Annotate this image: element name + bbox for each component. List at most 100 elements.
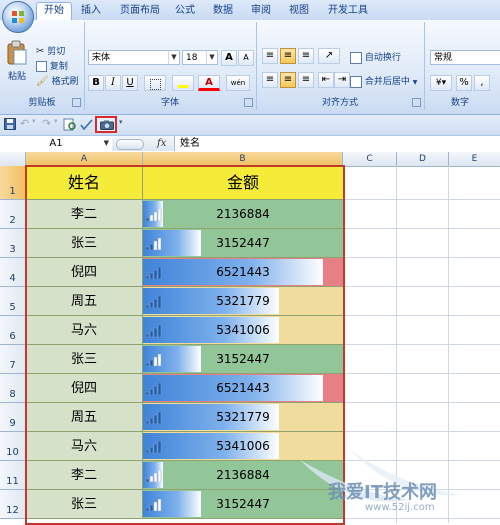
percent-button[interactable]: % [456, 75, 472, 91]
name-cell[interactable]: 张三 [26, 345, 143, 374]
cell-a1-header[interactable]: 姓名 [26, 166, 143, 200]
row-header[interactable]: 9 [0, 403, 26, 432]
increase-indent-button[interactable]: ⇥ [334, 72, 350, 88]
font-name-combo[interactable]: 宋体 ▼ [88, 50, 180, 65]
amount-cell[interactable]: 6521443 [143, 258, 343, 287]
amount-cell[interactable]: 5341006 [143, 316, 343, 345]
underline-button[interactable]: U [122, 75, 138, 91]
currency-button[interactable]: ¥▾ [430, 75, 452, 91]
column-header-e[interactable]: E [449, 152, 500, 166]
clipboard-launcher-icon[interactable] [72, 98, 81, 107]
office-button[interactable] [2, 1, 34, 33]
paste-button[interactable]: 粘贴 [6, 40, 28, 82]
tab-page-layout[interactable]: 页面布局 [116, 3, 164, 19]
spell-check-icon[interactable] [80, 118, 93, 131]
align-bottom-button[interactable]: ≡ [298, 48, 314, 64]
amount-cell[interactable]: 2136884 [143, 200, 343, 229]
italic-button[interactable]: I [105, 75, 121, 91]
tab-insert[interactable]: 插入 [78, 3, 104, 19]
row-header[interactable]: 6 [0, 316, 26, 345]
camera-button[interactable] [95, 116, 117, 133]
border-button[interactable] [144, 75, 166, 91]
bold-button[interactable]: B [88, 75, 104, 91]
tab-data[interactable]: 数据 [210, 3, 236, 19]
amount-value: 5321779 [216, 294, 270, 308]
align-center-button[interactable]: ≡ [280, 72, 296, 88]
format-painter-button[interactable]: 🖌 格式刷 [36, 74, 79, 87]
name-cell[interactable]: 马六 [26, 316, 143, 345]
column-header-c[interactable]: C [343, 152, 397, 166]
chevron-down-icon[interactable]: ▾ [54, 117, 58, 125]
name-cell[interactable]: 李二 [26, 461, 143, 490]
formula-splitter-handle[interactable] [116, 139, 144, 150]
font-size-combo[interactable]: 18 ▼ [182, 50, 218, 65]
amount-cell[interactable]: 3152447 [143, 345, 343, 374]
merge-center-button[interactable]: 合并后居中 ▼ [350, 74, 417, 88]
align-right-button[interactable]: ≡ [298, 72, 314, 88]
row-number: 3 [9, 244, 16, 255]
shrink-font-button[interactable]: A [238, 50, 254, 66]
decrease-indent-button[interactable]: ⇤ [318, 72, 334, 88]
font-color-label: A [205, 77, 213, 88]
tab-view[interactable]: 视图 [286, 3, 312, 19]
cut-button[interactable]: ✂ 剪切 [36, 44, 65, 57]
amount-cell[interactable]: 3152447 [143, 229, 343, 258]
cell-b1-header[interactable]: 金额 [143, 166, 343, 200]
orientation-icon: ↗ [324, 50, 334, 61]
copy-button[interactable]: 复制 [36, 59, 68, 72]
row-header[interactable]: 8 [0, 374, 26, 403]
redo-icon[interactable]: ↷ [42, 117, 51, 130]
undo-icon[interactable]: ↶ [20, 117, 29, 130]
font-color-button[interactable]: A [198, 75, 220, 91]
print-preview-icon[interactable] [63, 118, 76, 131]
name-cell[interactable]: 马六 [26, 432, 143, 461]
name-cell[interactable]: 倪四 [26, 374, 143, 403]
chevron-down-icon[interactable]: ▼ [104, 136, 109, 151]
name-cell[interactable]: 倪四 [26, 258, 143, 287]
amount-cell[interactable]: 6521443 [143, 374, 343, 403]
tab-review[interactable]: 审阅 [248, 3, 274, 19]
tab-formulas[interactable]: 公式 [172, 3, 198, 19]
formula-input[interactable]: 姓名 [180, 136, 200, 151]
align-top-button[interactable]: ≡ [262, 48, 278, 64]
name-cell[interactable]: 张三 [26, 490, 143, 519]
save-icon[interactable] [4, 118, 16, 130]
wrap-text-icon [350, 51, 362, 64]
align-left-button[interactable]: ≡ [262, 72, 278, 88]
amount-cell[interactable]: 5321779 [143, 403, 343, 432]
column-header-d[interactable]: D [397, 152, 449, 166]
grow-font-button[interactable]: A [221, 50, 237, 66]
chevron-down-icon[interactable]: ▾ [32, 117, 36, 125]
name-cell[interactable]: 张三 [26, 229, 143, 258]
orientation-button[interactable]: ↗ [318, 48, 340, 64]
row-header[interactable]: 11 [0, 461, 26, 490]
alignment-launcher-icon[interactable] [412, 98, 421, 107]
number-format-combo[interactable]: 常规 [430, 50, 500, 65]
name-cell[interactable]: 周五 [26, 287, 143, 316]
row-header[interactable]: 12 [0, 490, 26, 519]
insert-function-icon[interactable]: fx [157, 136, 166, 151]
align-middle-button[interactable]: ≡ [280, 48, 296, 64]
row-header[interactable]: 2 [0, 200, 26, 229]
comma-button[interactable]: , [474, 75, 490, 91]
chevron-down-icon[interactable]: ▾ [119, 118, 123, 126]
font-launcher-icon[interactable] [244, 98, 253, 107]
name-cell[interactable]: 周五 [26, 403, 143, 432]
amount-cell[interactable]: 5321779 [143, 287, 343, 316]
fill-color-button[interactable] [172, 75, 194, 91]
wrap-text-button[interactable]: 自动换行 [350, 50, 401, 64]
tab-home[interactable]: 开始 [36, 2, 72, 21]
name-cell[interactable]: 李二 [26, 200, 143, 229]
tab-developer[interactable]: 开发工具 [324, 3, 372, 19]
name-box[interactable]: A1 ▼ [0, 136, 113, 151]
column-header-a[interactable]: A [26, 152, 143, 166]
phonetic-button[interactable]: wén [226, 75, 250, 91]
select-all-corner[interactable] [0, 152, 26, 166]
row-header[interactable]: 7 [0, 345, 26, 374]
row-header[interactable]: 4 [0, 258, 26, 287]
column-header-b[interactable]: B [143, 152, 343, 166]
row-header[interactable]: 3 [0, 229, 26, 258]
row-header[interactable]: 5 [0, 287, 26, 316]
row-header-1[interactable]: 1 [0, 166, 26, 200]
row-header[interactable]: 10 [0, 432, 26, 461]
